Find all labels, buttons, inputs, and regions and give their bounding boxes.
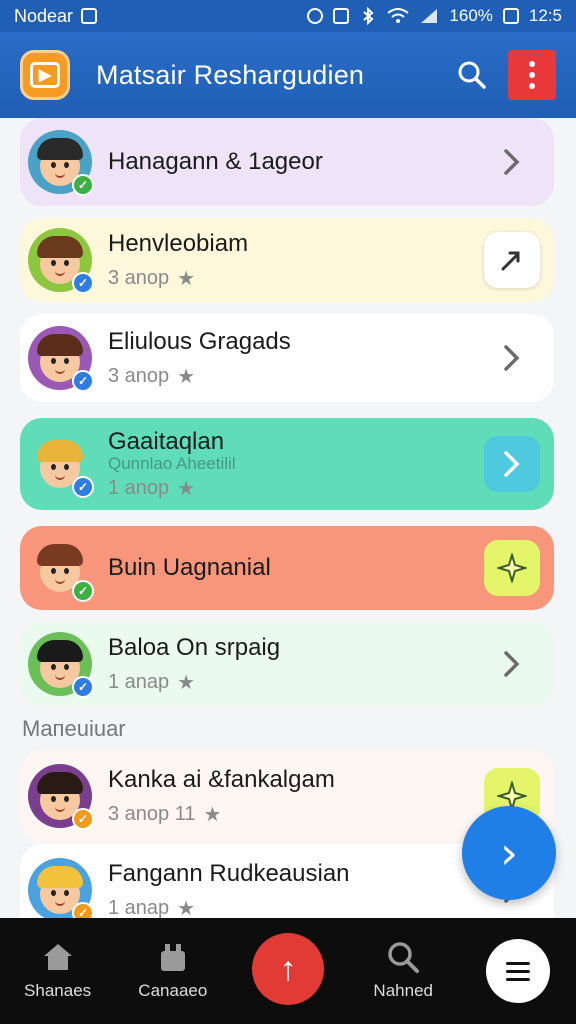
nav-search[interactable]: Nahned (346, 918, 461, 1024)
contact-name: Eliulous Gragads (108, 327, 291, 355)
contact-name: Kanka ai &fankalgam (108, 765, 335, 793)
chevron-right-icon: › (500, 827, 518, 879)
fab-next-button[interactable]: › (462, 806, 556, 900)
star-icon: ★ (177, 365, 196, 388)
status-bar: Nodear 160% 12:5 (0, 0, 576, 32)
notification-icon (81, 8, 98, 24)
share-icon[interactable] (484, 232, 540, 288)
avatar: ✓ (28, 130, 94, 196)
contact-meta-text: 1 anap (108, 896, 170, 919)
contact-subtitle: Qunnlao Aheetilil (108, 453, 236, 473)
contact-meta: 3 anop ★ (108, 266, 484, 291)
contact-name: Fangann Rudkeausian (108, 859, 350, 887)
section-header: Maпeuiuar (22, 716, 126, 741)
chevron-right-icon[interactable] (484, 330, 540, 386)
contacts-icon (155, 941, 191, 973)
list-item[interactable]: ✓ Gaaitaqlan Qunnlao Aheetilil 1 anop ★ (20, 418, 554, 510)
nav-home[interactable]: Shanaes (0, 918, 115, 1024)
contact-name: Gaaitaqlan (108, 427, 225, 455)
contact-meta-text: 1 anop (108, 476, 170, 499)
star-icon: ★ (203, 803, 222, 826)
carrier-label: Nodear (14, 5, 74, 26)
avatar: ✓ (28, 632, 94, 698)
status-badge: ✓ (72, 808, 94, 830)
overflow-menu-button[interactable] (508, 50, 556, 100)
search-icon (458, 61, 486, 89)
clock: 12:5 (528, 6, 562, 25)
status-badge: ✓ (72, 272, 94, 294)
contact-name: Baloa On srpaig (108, 633, 281, 661)
star-icon: ★ (177, 671, 196, 694)
battery-label: 160% (449, 6, 493, 25)
app-logo-icon: ▶ (30, 62, 60, 88)
nav-menu[interactable] (461, 918, 576, 1024)
avatar: ✓ (28, 858, 94, 918)
status-badge: ✓ (72, 902, 94, 918)
star-icon: ★ (177, 267, 196, 290)
chevron-right-icon[interactable] (484, 436, 540, 492)
battery-icon (502, 8, 519, 24)
contact-name: Buin Uagnanial (108, 554, 271, 581)
nfc-icon (333, 8, 350, 24)
home-icon (40, 941, 76, 973)
list-item[interactable]: ✓ Eliulous Gragads 3 anop ★ (20, 314, 554, 402)
nav-search-label: Nahned (373, 981, 433, 1000)
contact-meta: 3 anop ★ (108, 364, 484, 389)
signal-icon (421, 9, 438, 23)
contact-meta: 1 anap ★ (108, 896, 484, 919)
app-logo: ▶ (20, 50, 70, 100)
contact-name: Hanagann & 1ageor (108, 148, 323, 175)
avatar: ✓ (28, 764, 94, 830)
search-button[interactable] (452, 55, 492, 95)
status-badge: ✓ (72, 370, 94, 392)
list-item[interactable]: ✓ Baloa On srpaig 1 anap ★ (20, 622, 554, 706)
avatar: ✓ (28, 326, 94, 392)
contact-name: Henvleobiam (108, 229, 249, 257)
star-icon: ★ (177, 477, 196, 500)
hamburger-icon (486, 939, 551, 1003)
bluetooth-icon (363, 7, 374, 25)
status-badge: ✓ (72, 676, 94, 698)
contact-list: ✓ Hanagann & 1ageor ✓ Henvleobiam 3 anop ★ ✓ El… (0, 118, 576, 918)
sparkle-icon[interactable] (484, 540, 540, 596)
contact-meta-text: 3 anop (108, 266, 170, 289)
contact-meta-text: 1 anap (108, 670, 170, 693)
chevron-right-icon[interactable] (484, 134, 540, 190)
app-title: Matsair Reshargudien (96, 59, 365, 90)
nav-compose[interactable]: ↑ (230, 918, 345, 1024)
bottom-nav: Shanaes Canaaeo ↑ Nahned (0, 918, 576, 1024)
list-item[interactable]: ✓ Hanagann & 1ageor (20, 118, 554, 206)
status-badge: ✓ (72, 174, 94, 196)
list-item[interactable]: ✓ Buin Uagnanial (20, 526, 554, 610)
nav-home-label: Shanaes (24, 981, 92, 1000)
compose-icon: ↑ (252, 933, 324, 1005)
status-badge: ✓ (72, 476, 94, 498)
avatar: ✓ (28, 432, 94, 498)
chevron-right-icon[interactable] (484, 636, 540, 692)
alarm-icon (307, 8, 324, 24)
nav-contacts-label: Canaaeo (138, 981, 208, 1000)
avatar: ✓ (28, 228, 94, 294)
nav-contacts[interactable]: Canaaeo (115, 918, 230, 1024)
list-item[interactable]: ✓ Henvleobiam 3 anop ★ (20, 218, 554, 302)
wifi-icon (387, 8, 410, 23)
contact-meta-text: 3 anop 11 (108, 802, 196, 825)
contact-meta: 3 anop 11 ★ (108, 802, 484, 827)
app-bar: ▶ Matsair Reshargudien (0, 32, 576, 118)
contact-meta: 1 anop ★ (108, 476, 484, 501)
status-badge: ✓ (72, 580, 94, 602)
contact-meta: 1 anap ★ (108, 670, 484, 695)
contact-meta-text: 3 anop (108, 364, 170, 387)
avatar: ✓ (28, 536, 94, 602)
star-icon: ★ (177, 897, 196, 919)
search-icon (385, 941, 421, 973)
